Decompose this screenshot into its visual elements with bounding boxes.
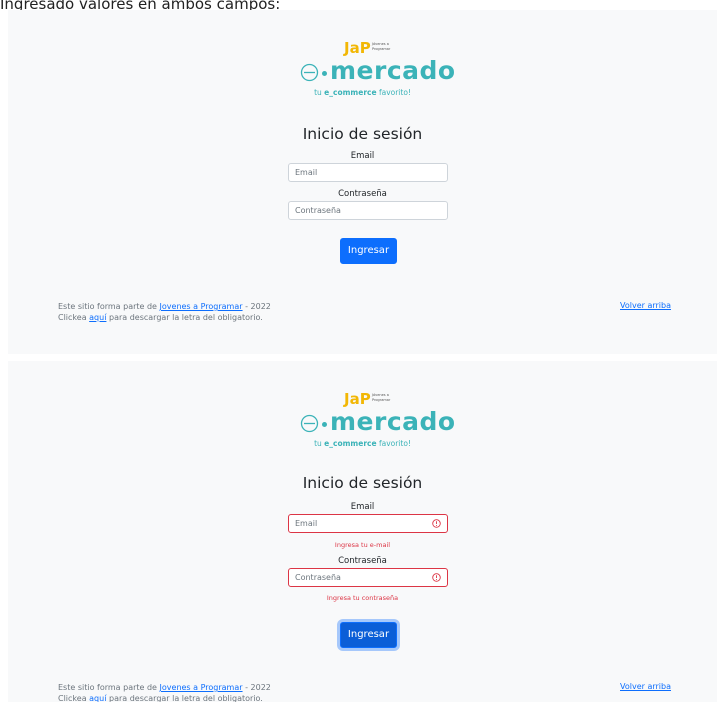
email-placeholder: Email (295, 519, 318, 528)
submit-button[interactable]: Ingresar (340, 622, 397, 648)
password-placeholder: Contraseña (295, 206, 341, 215)
page-title: Inicio de sesión (302, 125, 423, 143)
jap-mark: JaP (344, 390, 371, 408)
password-field[interactable]: Contraseña (288, 568, 448, 587)
jap-text: Jóvenes a Programar (372, 393, 391, 402)
brand-name: mercado (330, 56, 456, 85)
brand-wordmark: mercado (300, 56, 456, 86)
e-mark-icon (300, 63, 319, 82)
back-to-top-link[interactable]: Volver arriba (620, 301, 671, 310)
footer: Este sitio forma parte de Jovenes a Prog… (58, 683, 271, 702)
download-link[interactable]: aquí (89, 313, 106, 322)
email-placeholder: Email (295, 168, 318, 177)
jap-link[interactable]: Jovenes a Programar (160, 683, 243, 692)
tagline: tu e_commerce favorito! (314, 88, 411, 97)
error-icon (432, 573, 441, 582)
login-page-default: JaP Jóvenes a Programar mercado tu e_com… (8, 10, 717, 354)
jap-mark: JaP (344, 39, 371, 57)
jap-text: Jóvenes a Programar (372, 42, 391, 51)
email-label: Email (350, 151, 375, 161)
password-label: Contraseña (338, 189, 387, 199)
password-label: Contraseña (338, 556, 387, 566)
download-link[interactable]: aquí (89, 694, 106, 702)
brand-dot (322, 71, 327, 76)
brand-dot (322, 422, 327, 427)
jap-link[interactable]: Jovenes a Programar (160, 302, 243, 311)
email-error: Ingresa tu e-mail (334, 541, 391, 549)
page-title: Inicio de sesión (302, 474, 423, 492)
email-field[interactable]: Email (288, 514, 448, 533)
email-field[interactable]: Email (288, 163, 448, 182)
password-error: Ingresa tu contraseña (326, 594, 399, 602)
email-label: Email (350, 502, 375, 512)
login-page-validated: JaP Jóvenes a Programar mercado tu e_com… (8, 361, 717, 702)
submit-button[interactable]: Ingresar (340, 238, 397, 264)
tagline: tu e_commerce favorito! (314, 439, 411, 448)
password-placeholder: Contraseña (295, 573, 341, 582)
e-mark-icon (300, 414, 319, 433)
footer: Este sitio forma parte de Jovenes a Prog… (58, 302, 271, 322)
error-icon (432, 519, 441, 528)
back-to-top-link[interactable]: Volver arriba (620, 682, 671, 691)
password-field[interactable]: Contraseña (288, 201, 448, 220)
brand-name: mercado (330, 407, 456, 436)
brand-wordmark: mercado (300, 407, 456, 437)
